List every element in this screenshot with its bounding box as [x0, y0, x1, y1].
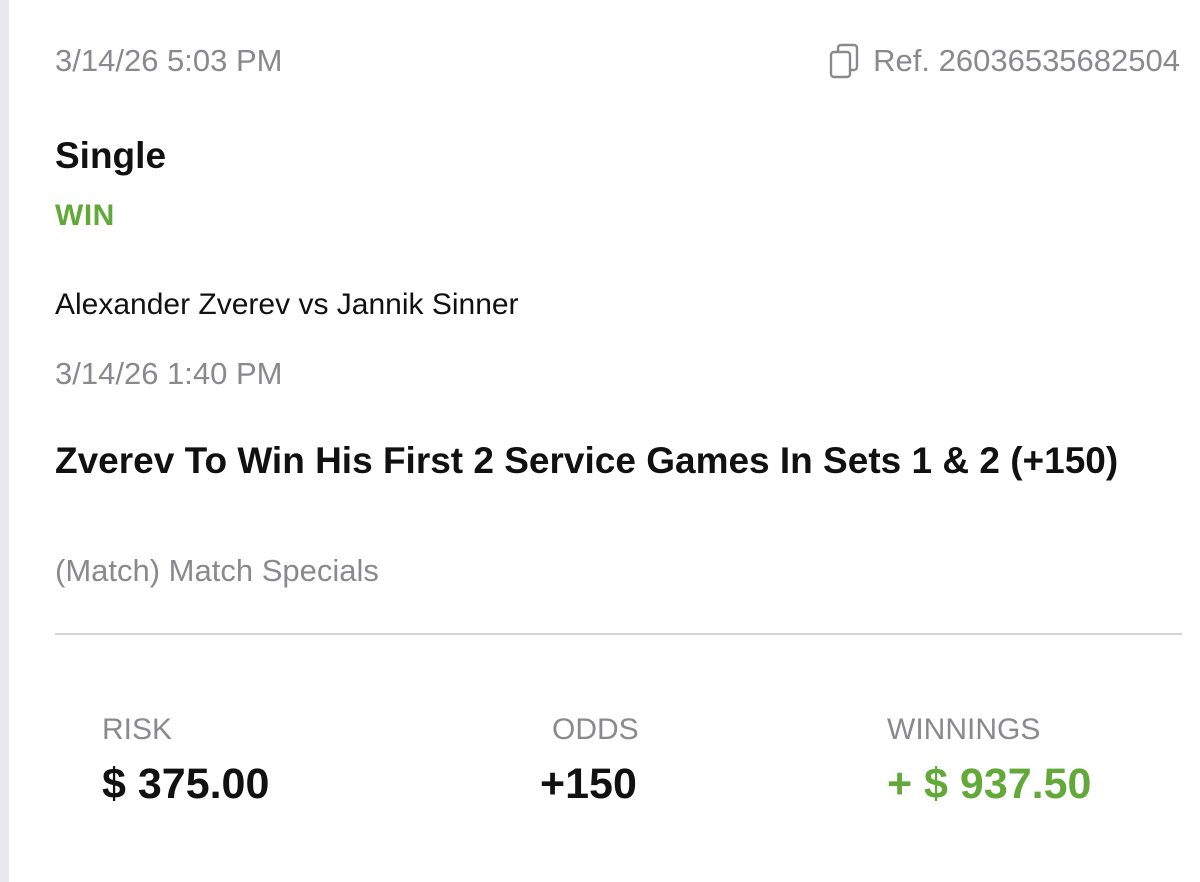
risk-value: $ 375.00	[102, 760, 270, 808]
bet-result-badge: WIN	[55, 199, 115, 232]
winnings-label: WINNINGS	[887, 713, 1041, 746]
risk-label: RISK	[102, 713, 173, 746]
bet-card: 3/14/26 5:03 PM Ref. 26036535682504 Sing…	[0, 0, 1200, 882]
bet-selection: Zverev To Win His First 2 Service Games …	[55, 440, 1119, 481]
market-name: (Match) Match Specials	[55, 553, 379, 588]
bet-type: Single	[55, 135, 167, 176]
event-name[interactable]: Alexander Zverev vs Jannik Sinner	[55, 288, 519, 322]
reference-number[interactable]: Ref. 26036535682504	[829, 43, 1180, 79]
event-time: 3/14/26 1:40 PM	[55, 356, 283, 391]
odds-value: +150	[540, 760, 637, 808]
odds-label: ODDS	[552, 713, 639, 746]
reference-label: Ref. 26036535682504	[873, 43, 1180, 78]
placed-time: 3/14/26 5:03 PM	[55, 43, 283, 78]
copy-icon[interactable]	[829, 43, 859, 79]
winnings-value: + $ 937.50	[887, 760, 1092, 808]
divider	[55, 633, 1182, 635]
